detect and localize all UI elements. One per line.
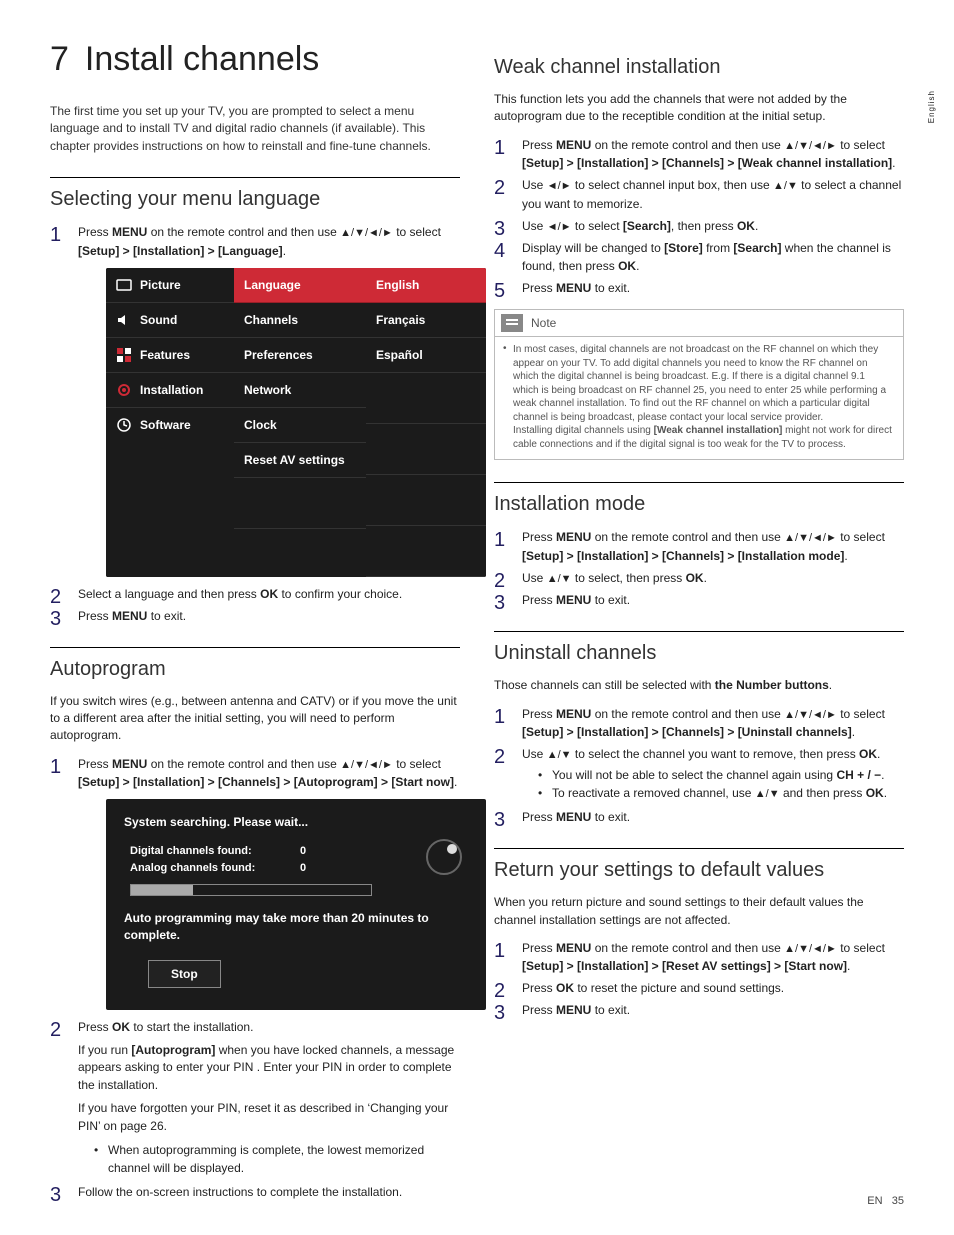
chapter-title: 7Install channels xyxy=(50,40,460,79)
software-icon xyxy=(116,417,132,433)
uninstall-bullet-1: You will not be able to select the chann… xyxy=(538,766,904,784)
auto-analog-label: Analog channels found: xyxy=(130,860,300,877)
reset-step-3: Press MENU to exit. xyxy=(494,1001,904,1019)
footer-page-number: 35 xyxy=(892,1195,904,1207)
weak-step-4: Display will be changed to [Store] from … xyxy=(494,239,904,275)
menu-col2-reset: Reset AV settings xyxy=(234,443,366,478)
side-language-tab: English xyxy=(927,90,936,123)
lang-step-2: Select a language and then press OK to c… xyxy=(50,585,460,603)
uninstall-bullet-2: To reactivate a removed channel, use ▲/▼… xyxy=(538,784,904,803)
auto-progress-bar xyxy=(130,884,372,896)
menu-item-sound: Sound xyxy=(106,303,234,338)
section-title-language: Selecting your menu language xyxy=(50,188,460,211)
auto-step-3: Follow the on-screen instructions to com… xyxy=(50,1183,460,1201)
menu-item-picture: Picture xyxy=(106,268,234,303)
note-icon xyxy=(501,314,523,332)
auto-wait-message: Auto programming may take more than 20 m… xyxy=(124,910,468,944)
reset-step-1: Press MENU on the remote control and the… xyxy=(494,939,904,976)
auto-step-1: Press MENU on the remote control and the… xyxy=(50,755,460,1010)
gear-icon xyxy=(116,382,132,398)
chapter-intro: The first time you set up your TV, you a… xyxy=(50,103,460,155)
menu-col3-francais: Français xyxy=(366,303,486,338)
autoprogram-intro: If you switch wires (e.g., between anten… xyxy=(50,693,460,745)
weak-step-2: Use ◄/► to select channel input box, the… xyxy=(494,176,904,213)
section-title-uninstall: Uninstall channels xyxy=(494,642,904,665)
auto-step-2: Press OK to start the installation. If y… xyxy=(50,1018,460,1177)
reset-step-2: Press OK to reset the picture and sound … xyxy=(494,979,904,997)
auto-bullet-1: When autoprogramming is complete, the lo… xyxy=(94,1141,460,1177)
menu-item-features: Features xyxy=(106,338,234,373)
menu-col2-clock: Clock xyxy=(234,408,366,443)
note-title: Note xyxy=(531,316,556,330)
auto-stop-button[interactable]: Stop xyxy=(148,960,221,988)
reset-intro: When you return picture and sound settin… xyxy=(494,894,904,929)
uninstall-intro: Those channels can still be selected wit… xyxy=(494,677,904,694)
lang-step-1: Press MENU on the remote control and the… xyxy=(50,223,460,577)
note-box-weak: Note In most cases, digital channels are… xyxy=(494,309,904,460)
mode-step-1: Press MENU on the remote control and the… xyxy=(494,528,904,565)
auto-digital-value: 0 xyxy=(300,843,306,860)
weak-step-3: Use ◄/► to select [Search], then press O… xyxy=(494,217,904,236)
weak-intro: This function lets you add the channels … xyxy=(494,91,904,126)
auto-analog-value: 0 xyxy=(300,860,306,877)
menu-col3-espanol: Español xyxy=(366,338,486,373)
features-icon xyxy=(116,347,132,363)
section-title-autoprogram: Autoprogram xyxy=(50,658,460,681)
picture-icon xyxy=(116,277,132,293)
menu-col2-channels: Channels xyxy=(234,303,366,338)
weak-step-1: Press MENU on the remote control and the… xyxy=(494,136,904,173)
chapter-number: 7 xyxy=(50,40,69,78)
uninstall-step-2: Use ▲/▼ to select the channel you want t… xyxy=(494,745,904,802)
menu-col2-network: Network xyxy=(234,373,366,408)
note-body: In most cases, digital channels are not … xyxy=(495,337,903,459)
menu-item-software: Software xyxy=(106,408,234,442)
page-footer: EN 35 xyxy=(867,1195,904,1207)
section-title-mode: Installation mode xyxy=(494,493,904,516)
uninstall-step-1: Press MENU on the remote control and the… xyxy=(494,705,904,742)
menu-col3-header: English xyxy=(366,268,486,303)
weak-step-5: Press MENU to exit. xyxy=(494,279,904,297)
autoprogram-screenshot: System searching. Please wait... Digital… xyxy=(106,799,486,1010)
mode-step-3: Press MENU to exit. xyxy=(494,591,904,609)
sound-icon xyxy=(116,312,132,328)
section-title-reset: Return your settings to default values xyxy=(494,859,904,882)
auto-searching-title: System searching. Please wait... xyxy=(124,813,468,831)
section-title-weak: Weak channel installation xyxy=(494,56,904,79)
uninstall-step-3: Press MENU to exit. xyxy=(494,808,904,826)
mode-step-2: Use ▲/▼ to select, then press OK. xyxy=(494,569,904,588)
auto-digital-label: Digital channels found: xyxy=(130,843,300,860)
menu-screenshot-language: Picture Sound xyxy=(106,268,486,577)
menu-col2-preferences: Preferences xyxy=(234,338,366,373)
menu-item-installation: Installation xyxy=(106,373,234,408)
footer-lang: EN xyxy=(867,1195,882,1207)
menu-col2-header: Language xyxy=(234,268,366,303)
lang-step-3: Press MENU to exit. xyxy=(50,607,460,625)
